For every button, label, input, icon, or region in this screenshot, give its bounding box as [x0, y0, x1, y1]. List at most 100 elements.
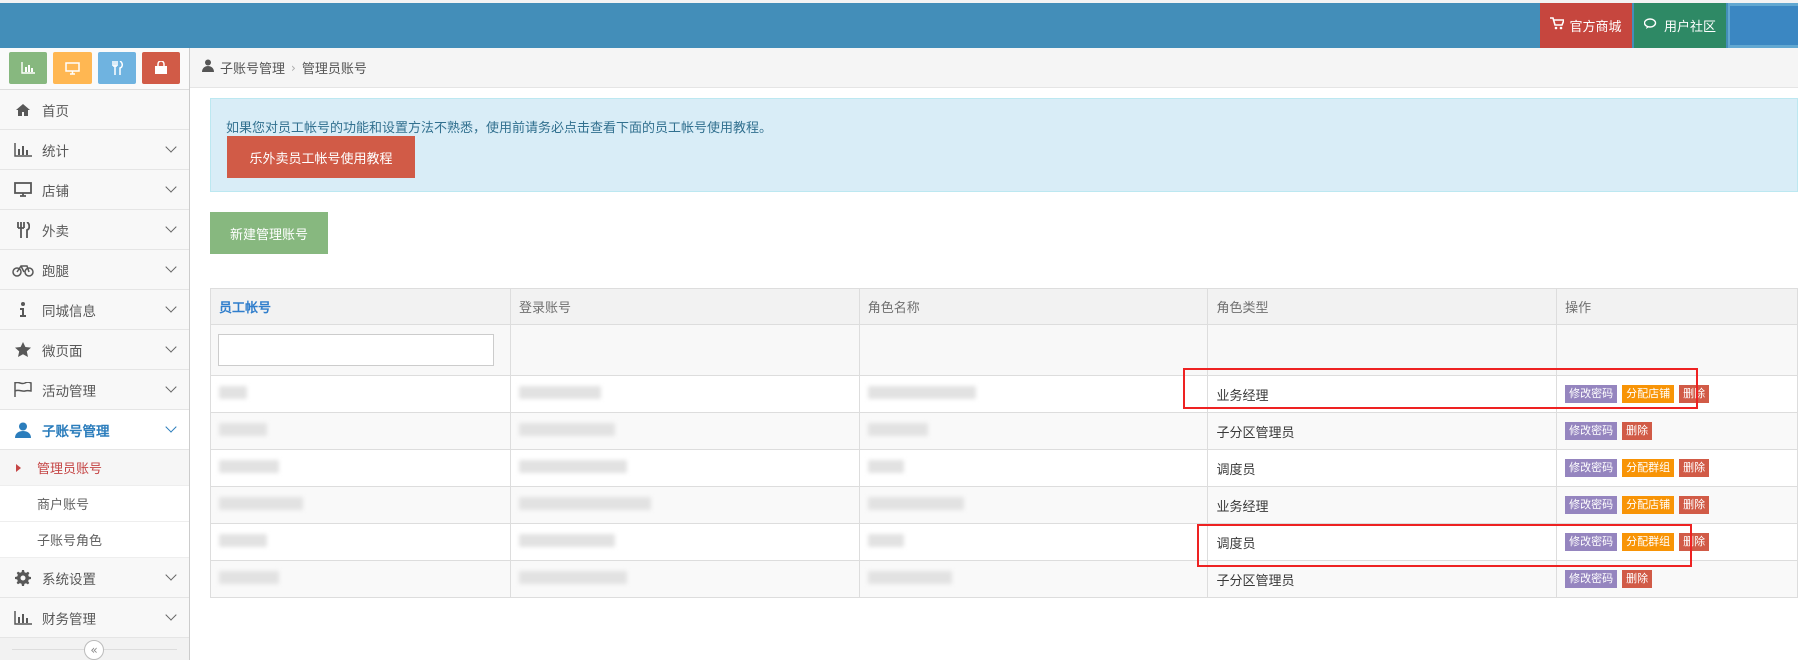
home-icon — [12, 101, 34, 119]
bar-chart-icon — [12, 141, 34, 159]
sidebar-item-local-info[interactable]: 同城信息 — [0, 290, 189, 330]
sidebar-subitem-subaccount-roles[interactable]: 子账号角色 — [0, 522, 189, 558]
redacted-text — [518, 385, 601, 399]
cart-icon — [1550, 17, 1566, 34]
cell-staff-account — [210, 375, 511, 413]
chevron-down-icon — [165, 341, 177, 353]
breadcrumb: 子账号管理 › 管理员账号 — [190, 48, 1798, 88]
chevron-down-icon — [165, 421, 177, 433]
double-chevron-left-icon[interactable]: « — [84, 640, 104, 660]
sidebar-item-subaccounts[interactable]: 子账号管理 — [0, 410, 189, 450]
delete-button[interactable]: 删除 — [1622, 570, 1653, 588]
assign-group-button[interactable]: 分配群组 — [1622, 459, 1675, 477]
change-password-button[interactable]: 修改密码 — [1565, 570, 1618, 588]
redacted-text — [219, 385, 247, 399]
sidebar-item-label: 外卖 — [42, 223, 69, 240]
assign-store-button[interactable]: 分配店铺 — [1622, 496, 1675, 514]
sidebar-item-finance[interactable]: 财务管理 — [0, 598, 189, 638]
sidebar-item-store[interactable]: 店铺 — [0, 170, 189, 210]
breadcrumb-separator-icon: › — [291, 60, 296, 75]
cell-staff-account — [210, 449, 511, 487]
change-password-button[interactable]: 修改密码 — [1565, 496, 1618, 514]
cell-role-type: 业务经理 — [1207, 375, 1558, 413]
accounts-table: 员工帐号 登录账号 角色名称 角色类型 操作 业务经理 修改密码 分配店铺 删除… — [210, 288, 1798, 598]
cell-role-name — [858, 412, 1209, 450]
official-shop-button[interactable]: 官方商城 — [1540, 3, 1632, 48]
tutorial-button[interactable]: 乐外卖员工帐号使用教程 — [227, 136, 415, 178]
user-menu-inner — [1730, 6, 1798, 45]
assign-group-button[interactable]: 分配群组 — [1622, 533, 1675, 551]
breadcrumb-parent[interactable]: 子账号管理 — [220, 58, 285, 77]
chevron-down-icon — [165, 221, 177, 233]
redacted-text — [867, 422, 928, 436]
sidebar-item-activities[interactable]: 活动管理 — [0, 370, 189, 410]
sidebar-item-home[interactable]: 首页 — [0, 90, 189, 130]
delete-button[interactable]: 删除 — [1679, 459, 1710, 477]
chevron-down-icon — [165, 569, 177, 581]
staff-account-filter-input[interactable] — [218, 334, 494, 366]
sidebar-subitem-merchant-accounts[interactable]: 商户账号 — [0, 486, 189, 522]
redacted-text — [518, 533, 615, 547]
change-password-button[interactable]: 修改密码 — [1565, 459, 1618, 477]
new-admin-account-button[interactable]: 新建管理账号 — [210, 212, 328, 254]
user-community-label: 用户社区 — [1663, 20, 1716, 35]
filter-cell — [509, 324, 860, 376]
redacted-text — [867, 385, 976, 399]
column-header-staff-account[interactable]: 员工帐号 — [210, 288, 511, 325]
sidebar-subitem-admin-accounts[interactable]: 管理员账号 — [0, 450, 189, 486]
redacted-text — [867, 496, 964, 510]
info-alert: 如果您对员工帐号的功能和设置方法不熟悉，使用前请务必点击查看下面的员工帐号使用教… — [210, 98, 1798, 192]
sidebar-item-label: 财务管理 — [42, 611, 96, 628]
redacted-text — [518, 422, 615, 436]
delete-button[interactable]: 删除 — [1679, 385, 1710, 403]
sidebar-item-settings[interactable]: 系统设置 — [0, 558, 189, 598]
breadcrumb-current: 管理员账号 — [301, 62, 367, 77]
cell-role-name — [858, 560, 1209, 598]
chevron-down-icon — [165, 301, 177, 313]
table-row: 调度员 修改密码 分配群组 删除 — [210, 449, 1798, 487]
cell-staff-account — [210, 523, 511, 561]
cell-role-type: 子分区管理员 — [1207, 560, 1558, 598]
sidebar-item-label: 活动管理 — [42, 383, 96, 400]
redacted-text — [219, 422, 267, 436]
sidebar-item-takeout[interactable]: 外卖 — [0, 210, 189, 250]
top-navbar: 官方商城 用户社区 — [0, 0, 1798, 48]
table-header-row: 员工帐号 登录账号 角色名称 角色类型 操作 — [210, 288, 1798, 325]
change-password-button[interactable]: 修改密码 — [1565, 533, 1618, 551]
cutlery-icon[interactable] — [97, 52, 136, 84]
change-password-button[interactable]: 修改密码 — [1565, 385, 1618, 403]
sidebar-item-errand[interactable]: 跑腿 — [0, 250, 189, 290]
flag-icon — [12, 381, 34, 399]
cell-role-name — [858, 486, 1209, 524]
user-menu-button[interactable] — [1728, 3, 1798, 48]
delete-button[interactable]: 删除 — [1679, 496, 1710, 514]
cell-login-account — [509, 523, 860, 561]
redacted-text — [518, 570, 627, 584]
sidebar-item-label: 子账号管理 — [42, 423, 110, 440]
sidebar-item-label: 系统设置 — [42, 571, 96, 588]
delete-button[interactable]: 删除 — [1622, 422, 1653, 440]
redacted-text — [867, 570, 952, 584]
bar-chart-icon — [12, 609, 34, 627]
assign-store-button[interactable]: 分配店铺 — [1622, 385, 1675, 403]
cell-login-account — [509, 375, 860, 413]
sidebar-item-label: 首页 — [42, 103, 69, 120]
sidebar-item-statistics[interactable]: 统计 — [0, 130, 189, 170]
chevron-down-icon — [165, 261, 177, 273]
redacted-text — [219, 570, 279, 584]
shopping-bag-icon[interactable] — [141, 52, 180, 84]
alert-text: 如果您对员工帐号的功能和设置方法不熟悉，使用前请务必点击查看下面的员工帐号使用教… — [226, 121, 773, 136]
desktop-icon[interactable] — [53, 52, 92, 84]
sidebar: 首页 统计 店铺 外卖 跑腿 同城信息 微页面 活动管理 子账号管理 管理员账号… — [0, 48, 190, 660]
cell-role-name — [858, 449, 1209, 487]
table-row: 子分区管理员 修改密码 删除 — [210, 412, 1798, 450]
delete-button[interactable]: 删除 — [1679, 533, 1710, 551]
desktop-icon — [12, 181, 34, 199]
user-icon — [202, 59, 214, 76]
user-community-button[interactable]: 用户社区 — [1634, 3, 1726, 48]
cell-role-name — [858, 523, 1209, 561]
cell-role-name — [858, 375, 1209, 413]
chart-icon[interactable] — [9, 52, 48, 84]
sidebar-item-micro-page[interactable]: 微页面 — [0, 330, 189, 370]
change-password-button[interactable]: 修改密码 — [1565, 422, 1618, 440]
